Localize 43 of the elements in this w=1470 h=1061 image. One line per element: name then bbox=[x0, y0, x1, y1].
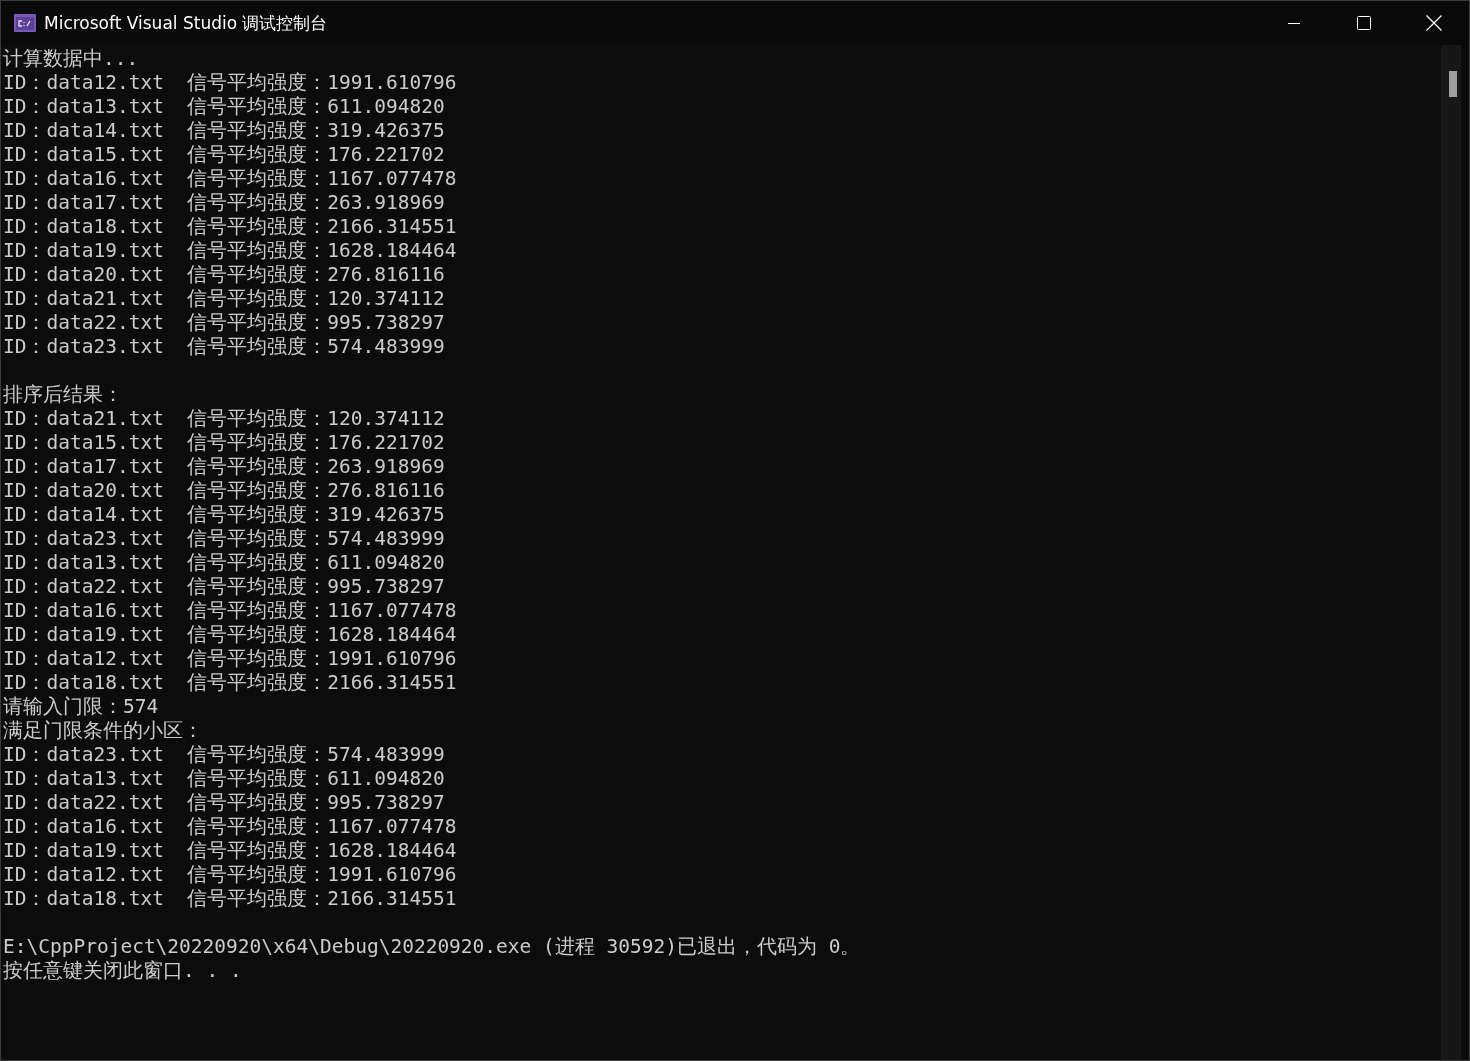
console-line: 按任意键关闭此窗口. . . bbox=[3, 959, 243, 983]
console-line: ID：data13.txt 信号平均强度：611.094820 bbox=[3, 767, 446, 791]
console-line: ID：data14.txt 信号平均强度：319.426375 bbox=[3, 503, 446, 527]
console-line: ID：data22.txt 信号平均强度：995.738297 bbox=[3, 311, 446, 335]
console-line: ID：data16.txt 信号平均强度：1167.077478 bbox=[3, 815, 458, 839]
console-line: 请输入门限：574 bbox=[3, 695, 160, 719]
console-line: ID：data22.txt 信号平均强度：995.738297 bbox=[3, 791, 446, 815]
console-line: ID：data18.txt 信号平均强度：2166.314551 bbox=[3, 671, 458, 695]
console-line: ID：data16.txt 信号平均强度：1167.077478 bbox=[3, 167, 458, 191]
console-line: ID：data19.txt 信号平均强度：1628.184464 bbox=[3, 839, 458, 863]
console-line: ID：data23.txt 信号平均强度：574.483999 bbox=[3, 743, 446, 767]
console-line: ID：data13.txt 信号平均强度：611.094820 bbox=[3, 95, 446, 119]
console-line: ID：data18.txt 信号平均强度：2166.314551 bbox=[3, 887, 458, 911]
console-line: ID：data21.txt 信号平均强度：120.374112 bbox=[3, 407, 446, 431]
console-line: ID：data16.txt 信号平均强度：1167.077478 bbox=[3, 599, 458, 623]
console-line: ID：data12.txt 信号平均强度：1991.610796 bbox=[3, 71, 458, 95]
console-line: ID：data20.txt 信号平均强度：276.816116 bbox=[3, 479, 446, 503]
console-line: ID：data12.txt 信号平均强度：1991.610796 bbox=[3, 647, 458, 671]
console-line: 满足门限条件的小区： bbox=[3, 719, 204, 743]
console-line: ID：data15.txt 信号平均强度：176.221702 bbox=[3, 143, 446, 167]
console-line: ID：data19.txt 信号平均强度：1628.184464 bbox=[3, 239, 458, 263]
console-line: ID：data23.txt 信号平均强度：574.483999 bbox=[3, 527, 446, 551]
console-line: ID：data17.txt 信号平均强度：263.918969 bbox=[3, 191, 446, 215]
console-line: ID：data20.txt 信号平均强度：276.816116 bbox=[3, 263, 446, 287]
console-line: ID：data18.txt 信号平均强度：2166.314551 bbox=[3, 215, 458, 239]
console-line: ID：data17.txt 信号平均强度：263.918969 bbox=[3, 455, 446, 479]
console-line: ID：data15.txt 信号平均强度：176.221702 bbox=[3, 431, 446, 455]
console-line: 计算数据中... bbox=[3, 47, 140, 71]
maximize-icon bbox=[1357, 16, 1371, 30]
console-line: ID：data21.txt 信号平均强度：120.374112 bbox=[3, 287, 446, 311]
window-title: Microsoft Visual Studio 调试控制台 bbox=[44, 11, 328, 35]
console-line: ID：data19.txt 信号平均强度：1628.184464 bbox=[3, 623, 458, 647]
console-line: 排序后结果： bbox=[3, 383, 124, 407]
console-line: E:\CppProject\20220920\x64\Debug\20220920.exe (进程 30592)已退出，代码为 0。 bbox=[3, 935, 862, 959]
console-line: ID：data13.txt 信号平均强度：611.094820 bbox=[3, 551, 446, 575]
close-icon bbox=[1426, 15, 1442, 31]
console-line: ID：data23.txt 信号平均强度：574.483999 bbox=[3, 335, 446, 359]
scrollbar[interactable] bbox=[1441, 45, 1461, 1060]
console-line: ID：data12.txt 信号平均强度：1991.610796 bbox=[3, 863, 458, 887]
scrollbar-thumb[interactable] bbox=[1449, 71, 1457, 97]
console-line: ID：data14.txt 信号平均强度：319.426375 bbox=[3, 119, 446, 143]
console-icon bbox=[14, 14, 36, 32]
console-line: ID：data22.txt 信号平均强度：995.738297 bbox=[3, 575, 446, 599]
